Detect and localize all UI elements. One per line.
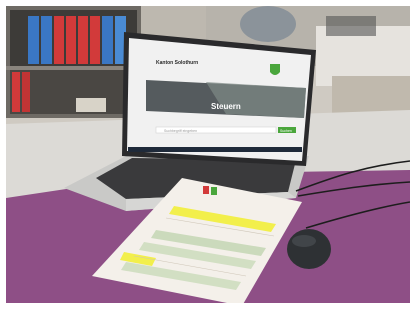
office-desk-scene: Kanton Solothurn Steuern Suchbegriff ein…	[6, 6, 410, 303]
photo-frame: Kanton Solothurn Steuern Suchbegriff ein…	[0, 0, 416, 309]
search-placeholder: Suchbegriff eingeben	[164, 129, 197, 133]
computer-mouse	[287, 229, 331, 269]
binder-red	[54, 16, 64, 64]
bookshelf	[6, 6, 141, 118]
hero-heading: Steuern	[211, 102, 241, 111]
person-background	[240, 6, 296, 42]
shelf-box	[76, 98, 106, 112]
scene-illustration: Kanton Solothurn Steuern Suchbegriff ein…	[6, 6, 410, 303]
crest-icon	[270, 64, 280, 75]
site-title: Kanton Solothurn	[156, 60, 198, 66]
search-button-label: Suchen	[280, 129, 292, 133]
taskbar	[128, 147, 302, 152]
binder-blue	[28, 16, 39, 64]
